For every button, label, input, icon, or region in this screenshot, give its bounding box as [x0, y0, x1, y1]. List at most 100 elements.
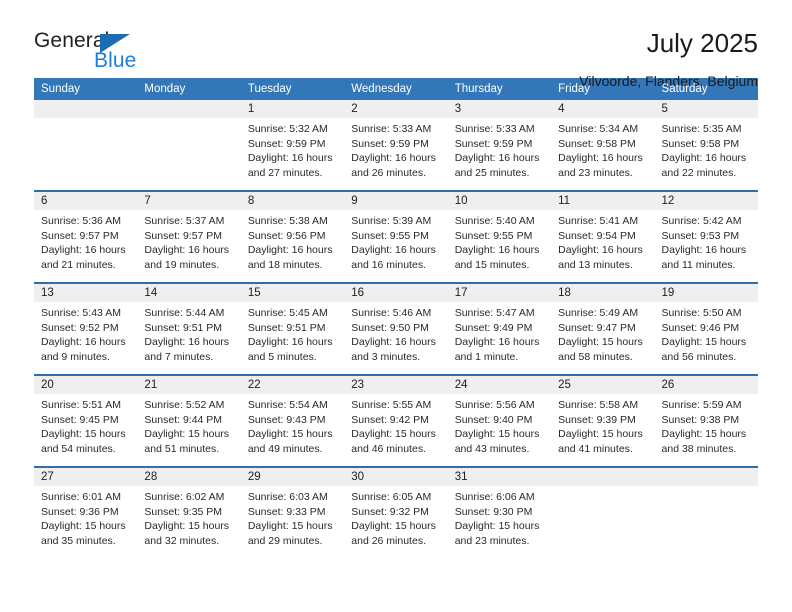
calendar-day-cell[interactable]: 5 Sunrise: 5:35 AM Sunset: 9:58 PM Daylight… [654, 100, 758, 192]
calendar-day-cell[interactable]: 11 Sunrise: 5:41 AM Sunset: 9:54 PM Dayligh… [551, 191, 655, 284]
daylight-text-line1: Daylight: 15 hours [41, 428, 126, 441]
day-number: 4 [551, 100, 655, 118]
calendar-week-row: 13 Sunrise: 5:43 AM Sunset: 9:52 PM Dayligh… [34, 283, 758, 376]
sunrise-text: Sunrise: 5:36 AM [41, 215, 121, 227]
daylight-text-line2: and 58 minutes. [558, 350, 633, 363]
sunrise-text: Sunrise: 5:49 AM [558, 307, 639, 319]
calendar-day-cell[interactable]: 20 Sunrise: 5:51 AM Sunset: 9:45 PM Dayligh… [34, 375, 138, 468]
sunset-text: Sunset: 9:35 PM [144, 505, 223, 518]
calendar-day-cell[interactable]: 16 Sunrise: 5:46 AM Sunset: 9:50 PM Dayligh… [344, 283, 448, 376]
daylight-text-line2: and 19 minutes. [144, 258, 220, 271]
calendar-day-cell[interactable]: 26 Sunrise: 5:59 AM Sunset: 9:38 PM Dayligh… [654, 375, 758, 468]
daylight-text-line2: and 32 minutes. [144, 534, 220, 547]
calendar-day-cell[interactable]: 9 Sunrise: 5:39 AM Sunset: 9:55 PM Daylight… [344, 191, 448, 284]
daylight-text-line2: and 9 minutes. [41, 350, 110, 363]
day-number: 21 [137, 376, 241, 394]
daylight-text-line1: Daylight: 16 hours [247, 152, 333, 165]
daylight-text-line2: and 5 minutes. [247, 350, 317, 363]
daylight-text-line2: and 54 minutes. [41, 442, 116, 455]
title-block: July 2025 Vilvoorde, Flanders, Belgium [579, 28, 758, 90]
day-number: 20 [34, 376, 138, 394]
sunrise-text: Sunrise: 6:03 AM [247, 491, 328, 503]
calendar-day-cell[interactable]: 22 Sunrise: 5:54 AM Sunset: 9:43 PM Dayligh… [240, 375, 345, 468]
calendar-day-cell[interactable]: 1 Sunrise: 5:32 AM Sunset: 9:59 PM Daylight… [240, 100, 345, 192]
daylight-text-line2: and 18 minutes. [247, 258, 323, 271]
calendar-day-cell[interactable]: 23 Sunrise: 5:55 AM Sunset: 9:42 PM Dayligh… [344, 375, 448, 468]
daylight-text-line2: and 51 minutes. [144, 442, 220, 455]
day-number: 18 [551, 284, 655, 302]
sunset-text: Sunset: 9:49 PM [454, 321, 533, 334]
calendar-day-cell[interactable]: 30 Sunrise: 6:05 AM Sunset: 9:32 PM Dayligh… [344, 467, 448, 558]
day-details: Sunrise: 5:45 AM Sunset: 9:51 PM Daylight:… [241, 302, 344, 364]
sunset-text: Sunset: 9:58 PM [558, 137, 636, 150]
daylight-text-line1: Daylight: 15 hours [661, 336, 747, 349]
day-details: Sunrise: 5:54 AM Sunset: 9:43 PM Daylight:… [241, 394, 344, 456]
calendar-day-cell[interactable]: 31 Sunrise: 6:06 AM Sunset: 9:30 PM Dayligh… [447, 467, 552, 558]
calendar-day-cell[interactable]: 6 Sunrise: 5:36 AM Sunset: 9:57 PM Daylight… [34, 191, 138, 284]
day-details: Sunrise: 5:52 AM Sunset: 9:44 PM Daylight:… [137, 394, 240, 456]
general-blue-logo[interactable]: General Blue [34, 28, 184, 84]
calendar-day-cell[interactable]: 15 Sunrise: 5:45 AM Sunset: 9:51 PM Dayligh… [240, 283, 345, 376]
daylight-text-line2: and 22 minutes. [661, 166, 737, 179]
logo-text-blue: Blue [94, 49, 137, 72]
day-number: 19 [654, 284, 758, 302]
sunrise-text: Sunrise: 5:38 AM [247, 215, 328, 227]
calendar-day-cell[interactable]: 24 Sunrise: 5:56 AM Sunset: 9:40 PM Dayligh… [447, 375, 552, 468]
day-details: Sunrise: 5:55 AM Sunset: 9:42 PM Daylight:… [344, 394, 447, 456]
day-number: 31 [447, 468, 552, 486]
day-details: Sunrise: 5:51 AM Sunset: 9:45 PM Daylight:… [34, 394, 137, 456]
sunset-text: Sunset: 9:40 PM [454, 413, 533, 426]
sunset-text: Sunset: 9:44 PM [144, 413, 223, 426]
calendar-day-cell[interactable]: 4 Sunrise: 5:34 AM Sunset: 9:58 PM Daylight… [551, 100, 655, 192]
daylight-text-line2: and 49 minutes. [247, 442, 323, 455]
calendar-day-cell[interactable]: 2 Sunrise: 5:33 AM Sunset: 9:59 PM Daylight… [344, 100, 448, 192]
sunrise-text: Sunrise: 5:35 AM [661, 123, 742, 135]
calendar-day-cell[interactable]: 14 Sunrise: 5:44 AM Sunset: 9:51 PM Dayligh… [137, 283, 241, 376]
calendar-day-cell[interactable]: 7 Sunrise: 5:37 AM Sunset: 9:57 PM Daylight… [137, 191, 241, 284]
sunset-text: Sunset: 9:50 PM [351, 321, 429, 334]
daylight-text-line1: Daylight: 16 hours [454, 244, 540, 257]
calendar-day-cell[interactable]: 18 Sunrise: 5:49 AM Sunset: 9:47 PM Dayligh… [551, 283, 655, 376]
calendar-day-cell[interactable]: 25 Sunrise: 5:58 AM Sunset: 9:39 PM Dayligh… [551, 375, 655, 468]
calendar-day-cell[interactable]: 8 Sunrise: 5:38 AM Sunset: 9:56 PM Daylight… [240, 191, 345, 284]
day-number: 5 [654, 100, 758, 118]
sunset-text: Sunset: 9:47 PM [558, 321, 636, 334]
logo-text-general: General [34, 29, 110, 52]
sunrise-text: Sunrise: 5:42 AM [661, 215, 742, 227]
sunrise-text: Sunrise: 5:40 AM [454, 215, 535, 227]
day-number: 30 [344, 468, 448, 486]
sunrise-text: Sunrise: 5:50 AM [661, 307, 742, 319]
daylight-text-line1: Daylight: 16 hours [247, 336, 333, 349]
day-details: Sunrise: 6:03 AM Sunset: 9:33 PM Daylight:… [241, 486, 344, 548]
calendar-day-cell[interactable]: 10 Sunrise: 5:40 AM Sunset: 9:55 PM Dayligh… [447, 191, 552, 284]
calendar-day-cell[interactable]: 12 Sunrise: 5:42 AM Sunset: 9:53 PM Dayligh… [654, 191, 758, 284]
daylight-text-line1: Daylight: 15 hours [247, 520, 333, 533]
day-number: 28 [137, 468, 241, 486]
daylight-text-line2: and 13 minutes. [558, 258, 633, 271]
day-number: 22 [240, 376, 345, 394]
daylight-text-line2: and 25 minutes. [454, 166, 530, 179]
day-details: Sunrise: 6:02 AM Sunset: 9:35 PM Daylight:… [137, 486, 240, 548]
daylight-text-line2: and 43 minutes. [454, 442, 530, 455]
day-number: 13 [34, 284, 138, 302]
daylight-text-line2: and 26 minutes. [351, 534, 426, 547]
day-details: Sunrise: 5:43 AM Sunset: 9:52 PM Daylight:… [34, 302, 137, 364]
calendar-day-cell[interactable]: 3 Sunrise: 5:33 AM Sunset: 9:59 PM Daylight… [447, 100, 552, 192]
daylight-text-line1: Daylight: 16 hours [454, 336, 540, 349]
daylight-text-line1: Daylight: 16 hours [558, 244, 643, 257]
calendar-day-cell[interactable]: 17 Sunrise: 5:47 AM Sunset: 9:49 PM Dayligh… [447, 283, 552, 376]
calendar-day-cell[interactable]: 28 Sunrise: 6:02 AM Sunset: 9:35 PM Dayligh… [137, 467, 241, 558]
sunset-text: Sunset: 9:45 PM [41, 413, 119, 426]
calendar-day-cell[interactable]: 29 Sunrise: 6:03 AM Sunset: 9:33 PM Dayligh… [240, 467, 345, 558]
daylight-text-line2: and 26 minutes. [351, 166, 426, 179]
sunset-text: Sunset: 9:57 PM [41, 229, 119, 242]
calendar-day-cell[interactable]: 13 Sunrise: 5:43 AM Sunset: 9:52 PM Dayligh… [34, 283, 138, 376]
calendar-day-cell[interactable]: 21 Sunrise: 5:52 AM Sunset: 9:44 PM Dayligh… [137, 375, 241, 468]
day-details: Sunrise: 6:01 AM Sunset: 9:36 PM Daylight:… [34, 486, 137, 548]
calendar-day-cell[interactable]: 19 Sunrise: 5:50 AM Sunset: 9:46 PM Dayligh… [654, 283, 758, 376]
sunset-text: Sunset: 9:58 PM [661, 137, 740, 150]
sunset-text: Sunset: 9:59 PM [247, 137, 326, 150]
calendar-day-cell[interactable]: 27 Sunrise: 6:01 AM Sunset: 9:36 PM Dayligh… [34, 467, 138, 558]
day-details: Sunrise: 5:36 AM Sunset: 9:57 PM Daylight:… [34, 210, 137, 272]
day-number: 26 [654, 376, 758, 394]
